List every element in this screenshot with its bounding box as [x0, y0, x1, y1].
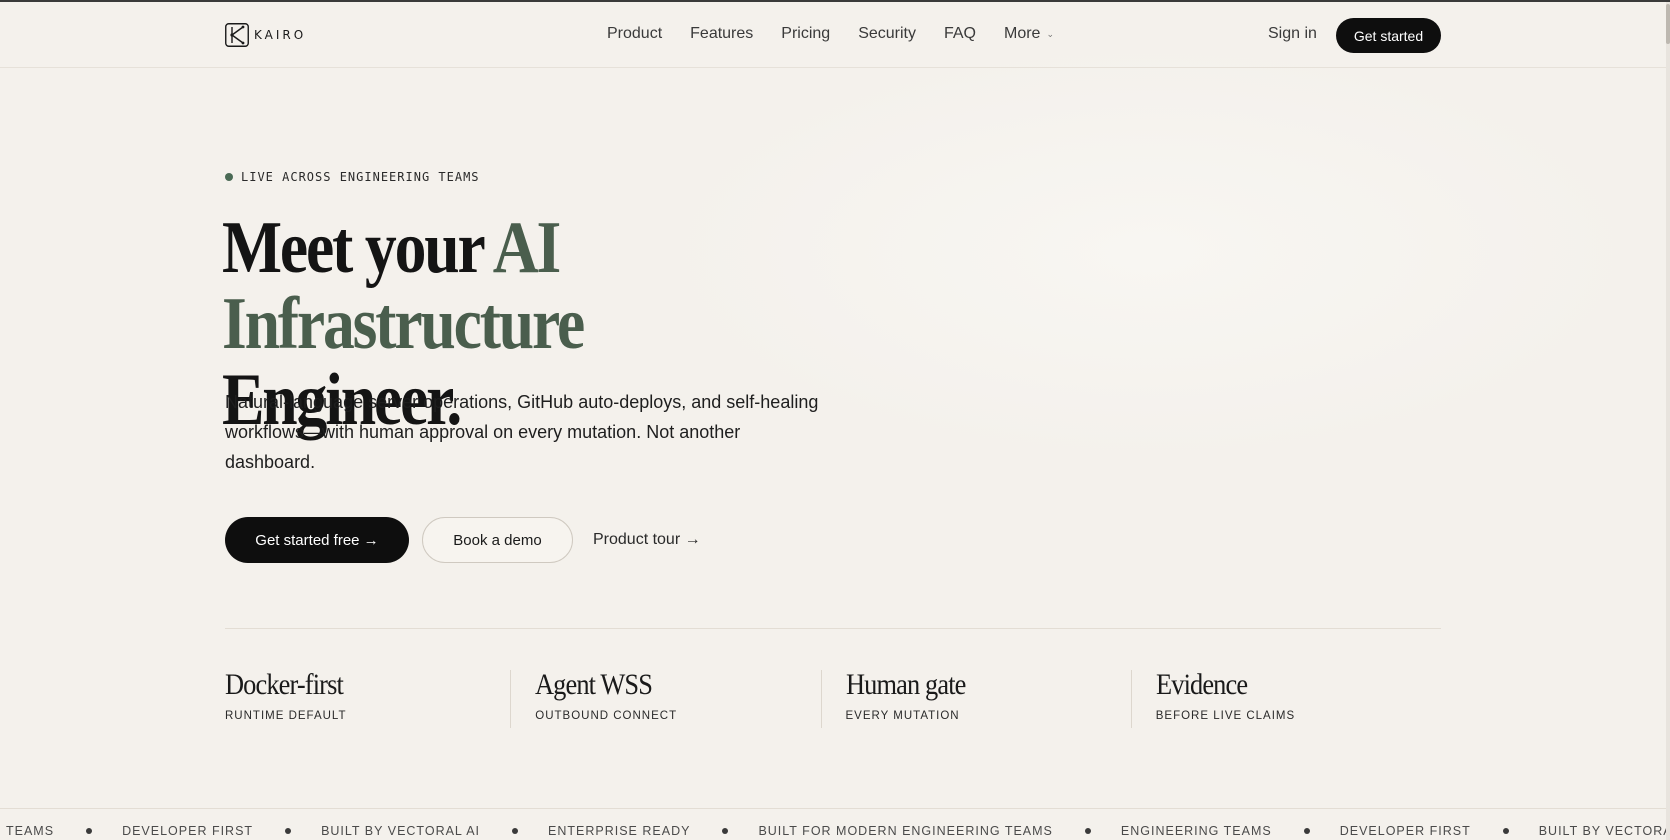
nav-item-features[interactable]: Features [690, 25, 753, 43]
nav-item-product[interactable]: Product [607, 25, 662, 43]
bullet-icon [1502, 828, 1509, 834]
bullet-icon [512, 828, 519, 834]
stat-title: Evidence [1155, 668, 1248, 701]
scrollbar-thumb[interactable] [1666, 4, 1670, 44]
marquee-ticker: TEAMS DEVELOPER FIRST BUILT BY VECTORAL … [0, 808, 1666, 840]
landing-page: KAIRO Product Features Pricing Security … [0, 0, 1670, 840]
stat-evidence: Evidence BEFORE LIVE CLAIMS [1130, 668, 1441, 728]
brand-logo[interactable]: KAIRO [225, 23, 306, 47]
stat-title: Human gate [845, 668, 966, 701]
hero-subtext: Natural-language server operations, GitH… [225, 392, 819, 472]
nav-item-more[interactable]: More ⌄ [1004, 25, 1054, 43]
eyebrow-text: LIVE ACROSS ENGINEERING TEAMS [241, 170, 480, 184]
nav-item-more-label: More [1004, 25, 1041, 42]
bullet-icon [86, 828, 93, 834]
ticker-item: BUILT BY VECTORAL AI [321, 824, 481, 838]
kairo-logo-icon [225, 23, 249, 47]
stat-title: Docker-first [225, 668, 344, 701]
headline-part1: Meet your [222, 207, 493, 289]
get-started-free-button[interactable]: Get started free → [225, 517, 409, 563]
ticker-item: BUILT FOR MODERN ENGINEERING TEAMS [758, 824, 1053, 838]
stat-title: Agent WSS [535, 668, 653, 701]
section-divider [225, 628, 1441, 629]
nav-item-security[interactable]: Security [858, 25, 916, 43]
page-scrollbar[interactable] [1666, 2, 1670, 840]
get-started-button[interactable]: Get started [1336, 18, 1441, 53]
hero-eyebrow: LIVE ACROSS ENGINEERING TEAMS [225, 170, 480, 184]
stat-subtitle: BEFORE LIVE CLAIMS [1155, 710, 1296, 722]
nav-item-pricing[interactable]: Pricing [781, 25, 830, 43]
sign-in-link[interactable]: Sign in [1268, 25, 1317, 43]
book-demo-button[interactable]: Book a demo [422, 517, 573, 563]
bullet-icon [1303, 828, 1310, 834]
site-header: KAIRO Product Features Pricing Security … [0, 2, 1666, 68]
main-nav: Product Features Pricing Security FAQ Mo… [607, 25, 1082, 43]
ticker-track: TEAMS DEVELOPER FIRST BUILT BY VECTORAL … [6, 824, 1666, 838]
bullet-icon [285, 828, 292, 834]
ticker-item: TEAMS [6, 824, 55, 838]
stat-subtitle: OUTBOUND CONNECT [535, 710, 678, 722]
ticker-item: DEVELOPER FIRST [1339, 824, 1471, 838]
stat-agent-wss: Agent WSS OUTBOUND CONNECT [510, 668, 820, 728]
bullet-icon [722, 828, 729, 834]
nav-item-faq[interactable]: FAQ [944, 25, 976, 43]
stat-human-gate: Human gate EVERY MUTATION [820, 668, 1131, 728]
ticker-item: BUILT BY VECTORAL AI [1538, 824, 1666, 838]
chevron-down-icon: ⌄ [1046, 28, 1054, 39]
product-tour-link[interactable]: Product tour → [593, 531, 701, 549]
stat-subtitle: RUNTIME DEFAULT [225, 710, 347, 722]
live-status-dot-icon [225, 173, 233, 181]
bullet-icon [1084, 828, 1091, 834]
ticker-item: ENGINEERING TEAMS [1120, 824, 1272, 838]
stat-subtitle: EVERY MUTATION [845, 710, 960, 722]
ticker-item: DEVELOPER FIRST [122, 824, 254, 838]
brand-name: KAIRO [254, 28, 307, 42]
stat-docker-first: Docker-first RUNTIME DEFAULT [225, 668, 510, 728]
hero-cta-row: Get started free → Book a demo Product t… [225, 517, 701, 563]
ticker-item: ENTERPRISE READY [548, 824, 691, 838]
feature-stats: Docker-first RUNTIME DEFAULT Agent WSS O… [225, 668, 1441, 728]
